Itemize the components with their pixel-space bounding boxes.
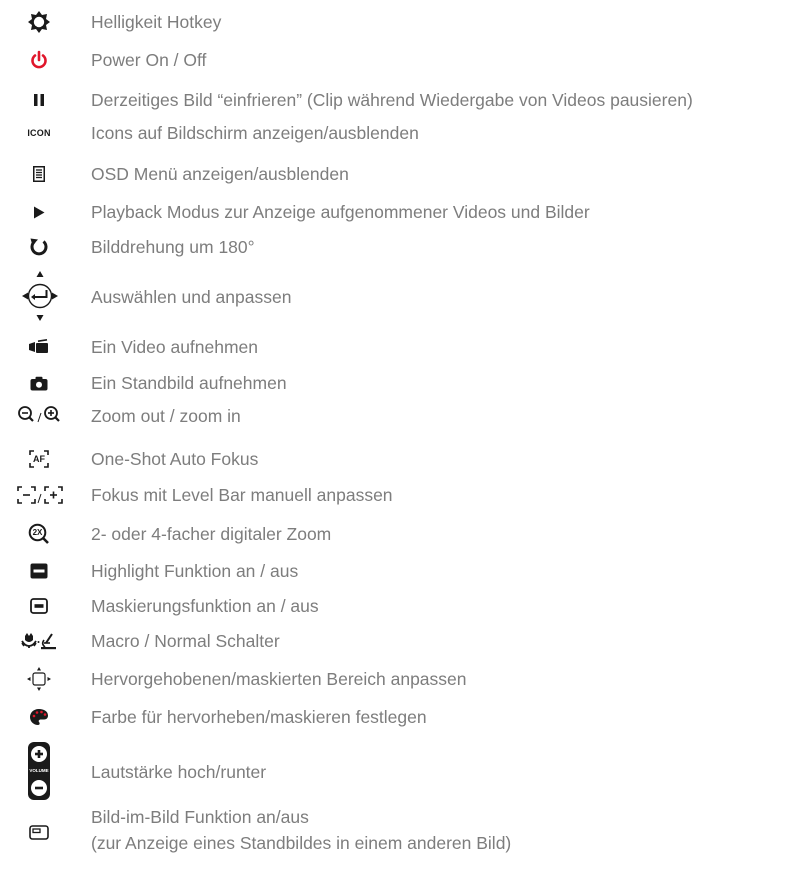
list-item: ICON Icons auf Bildschirm anzeigen/ausbl… bbox=[0, 119, 798, 147]
list-item: Macro / Normal Schalter bbox=[0, 627, 798, 655]
list-item: Farbe für hervorheben/maskieren festlege… bbox=[0, 703, 798, 731]
item-label: Helligkeit Hotkey bbox=[91, 12, 222, 32]
item-label: Auswählen und anpassen bbox=[91, 287, 292, 307]
adjust-area-icon bbox=[22, 662, 56, 696]
item-label: Fokus mit Level Bar manuell anpassen bbox=[91, 485, 393, 505]
list-item: Bild-im-Bild Funktion an/aus (zur Anzeig… bbox=[0, 806, 798, 866]
palette-icon bbox=[22, 703, 56, 731]
af-text: AF bbox=[33, 454, 45, 464]
volume-icon: VOLUME bbox=[22, 740, 56, 802]
video-camera-icon bbox=[22, 333, 56, 361]
item-label: Macro / Normal Schalter bbox=[91, 631, 280, 651]
item-label: 2- oder 4-facher digitaler Zoom bbox=[91, 524, 332, 544]
list-item: Power On / Off bbox=[0, 46, 798, 74]
list-item: Derzeitiges Bild “einfrieren” (Clip währ… bbox=[0, 86, 798, 114]
item-label: Maskierungsfunktion an / aus bbox=[91, 596, 319, 616]
picture-in-picture-icon bbox=[22, 818, 56, 846]
list-item: Helligkeit Hotkey bbox=[0, 8, 798, 36]
item-label: Farbe für hervorheben/maskieren festlege… bbox=[91, 707, 427, 727]
icon-text: ICON bbox=[27, 128, 51, 138]
item-label: Ein Video aufnehmen bbox=[91, 337, 259, 357]
list-item: Ein Standbild aufnehmen bbox=[0, 369, 798, 397]
volume-text: VOLUME bbox=[29, 768, 49, 773]
item-label: Playback Modus zur Anzeige aufgenommener… bbox=[91, 202, 590, 222]
item-label: Derzeitiges Bild “einfrieren” (Clip währ… bbox=[91, 90, 693, 110]
list-item: Auswählen und anpassen bbox=[0, 268, 798, 324]
item-label: Power On / Off bbox=[91, 50, 207, 70]
pause-icon bbox=[22, 86, 56, 114]
item-label: Bilddrehung um 180° bbox=[91, 237, 255, 257]
navigation-enter-icon bbox=[20, 268, 60, 324]
manual-focus-icon bbox=[16, 481, 66, 509]
item-label: Hervorgehobenen/maskierten Bereich anpas… bbox=[91, 669, 467, 689]
list-item: Bilddrehung um 180° bbox=[0, 233, 798, 261]
zoom-2x-text: 2X bbox=[32, 528, 43, 537]
item-label: Bild-im-Bild Funktion an/aus bbox=[91, 807, 309, 827]
item-label: Lautstärke hoch/runter bbox=[91, 762, 267, 782]
list-item: Maskierungsfunktion an / aus bbox=[0, 592, 798, 620]
rotate-icon bbox=[22, 233, 56, 261]
menu-icon bbox=[22, 160, 56, 188]
digital-zoom-icon: 2X bbox=[22, 520, 56, 548]
icon-text-icon: ICON bbox=[22, 119, 56, 147]
autofocus-icon: AF bbox=[22, 445, 56, 473]
brightness-icon bbox=[22, 8, 56, 36]
item-label: Highlight Funktion an / aus bbox=[91, 561, 299, 581]
mask-icon bbox=[22, 592, 56, 620]
list-item: VOLUME Lautstärke hoch/runter bbox=[0, 740, 798, 804]
play-icon bbox=[22, 198, 56, 226]
list-item: OSD Menü anzeigen/ausblenden bbox=[0, 160, 798, 188]
item-label: One-Shot Auto Fokus bbox=[91, 449, 259, 469]
camera-icon bbox=[22, 369, 56, 397]
list-item: Zoom out / zoom in bbox=[0, 401, 798, 429]
list-item: Playback Modus zur Anzeige aufgenommener… bbox=[0, 198, 798, 226]
item-label: OSD Menü anzeigen/ausblenden bbox=[91, 164, 349, 184]
list-item: AF One-Shot Auto Fokus bbox=[0, 445, 798, 473]
power-icon bbox=[22, 46, 56, 74]
item-label: Zoom out / zoom in bbox=[91, 406, 241, 426]
highlight-icon bbox=[22, 557, 56, 585]
item-label: Ein Standbild aufnehmen bbox=[91, 373, 287, 393]
list-item: 2X 2- oder 4-facher digitaler Zoom bbox=[0, 520, 798, 548]
macro-normal-icon bbox=[18, 627, 60, 655]
item-label: Icons auf Bildschirm anzeigen/ausblenden bbox=[91, 123, 419, 143]
list-item: Ein Video aufnehmen bbox=[0, 333, 798, 361]
list-item: Highlight Funktion an / aus bbox=[0, 557, 798, 585]
list-item: Hervorgehobenen/maskierten Bereich anpas… bbox=[0, 662, 798, 696]
zoom-out-in-icon bbox=[16, 401, 66, 429]
item-label-secondary: (zur Anzeige eines Standbildes in einem … bbox=[91, 833, 512, 853]
list-item: Fokus mit Level Bar manuell anpassen bbox=[0, 481, 798, 509]
